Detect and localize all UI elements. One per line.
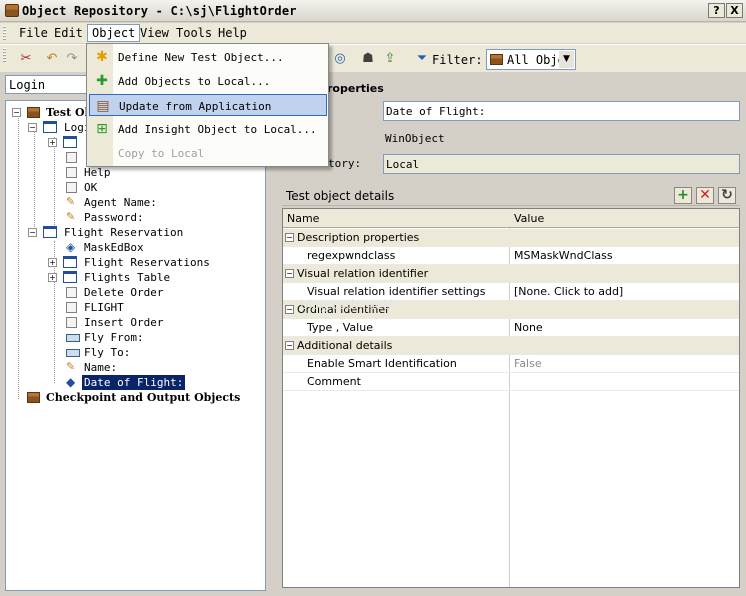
object-properties-heading: roperties (327, 82, 384, 95)
filter-icon: ⏷ (416, 51, 428, 66)
menu-edit[interactable]: Edit (50, 25, 87, 41)
col-name-header: Name (287, 212, 320, 225)
checkbox-icon (66, 317, 77, 328)
grid-row[interactable]: Type , Value None (283, 319, 739, 337)
close-button[interactable]: X (726, 3, 743, 18)
menu-add-insight-object[interactable]: ⊞ Add Insight Object to Local... (89, 118, 327, 140)
window-icon (63, 256, 77, 268)
details-grid[interactable]: Name Value − Description properties rege… (282, 208, 740, 588)
pencil-icon: ✎ (66, 210, 76, 223)
spy-icon[interactable]: ☗ (360, 51, 376, 67)
add-to-repository-icon[interactable]: ⇪ (382, 51, 398, 67)
object-combo-value: Login (9, 78, 46, 92)
combo-icon: ◈ (66, 240, 76, 254)
highlight-icon[interactable]: ◎ (332, 51, 348, 67)
checkbox-icon (66, 182, 77, 193)
grid-header: Name Value (283, 209, 739, 228)
repository-update-icon: ▤ (96, 98, 110, 114)
plus-icon: ✚ (96, 73, 108, 89)
menu-add-objects-to-local[interactable]: ✚ Add Objects to Local... (89, 70, 327, 92)
name-field[interactable]: Date of Flight: (383, 101, 740, 121)
checkbox-icon (66, 302, 77, 313)
test-object-details-title: Test object details (286, 189, 395, 203)
menu-view[interactable]: View (136, 25, 173, 41)
repository-app-icon (5, 4, 19, 17)
window-icon (63, 271, 77, 283)
repository-field: Local (383, 154, 740, 174)
repository-icon (27, 107, 40, 118)
menu-object[interactable]: Object (87, 24, 141, 42)
filter-select[interactable]: All Obje ▼ (486, 49, 576, 70)
test-object-details-header: Test object details + ✕ ↻ (282, 184, 740, 206)
chevron-down-icon[interactable]: ▼ (559, 51, 574, 68)
menu-tools[interactable]: Tools (172, 25, 216, 41)
menu-copy-to-local[interactable]: Copy to Local (89, 142, 327, 164)
repository-icon (27, 392, 40, 403)
help-button[interactable]: ? (708, 3, 725, 18)
grid-row[interactable]: regexpwndclass MSMaskWndClass (283, 247, 739, 265)
window-icon (43, 121, 57, 133)
grid-category[interactable]: − Visual relation identifier (283, 265, 739, 283)
menu-help[interactable]: Help (214, 25, 251, 41)
toolbar-grip (3, 48, 6, 62)
object-menu-dropdown: ✱ Define New Test Object... ✚ Add Object… (86, 43, 329, 167)
insight-plus-icon: ⊞ (96, 121, 108, 137)
cut-icon[interactable]: ✂ (18, 51, 34, 67)
combo-icon: ◆ (66, 375, 76, 389)
repository-icon (490, 54, 503, 65)
title-bar: Object Repository - C:\sj\FlightOrder ? … (0, 0, 746, 22)
refresh-button[interactable]: ↻ (718, 187, 736, 204)
grid-row[interactable]: Comment (283, 373, 739, 391)
menu-file[interactable]: File (15, 25, 52, 41)
menu-define-new-test-object[interactable]: ✱ Define New Test Object... (89, 46, 327, 68)
edit-icon (66, 349, 80, 357)
filter-label: Filter: (432, 53, 483, 67)
object-tree[interactable]: − Test Ob − Logi + Help OK ✎ Agent Name:… (5, 100, 266, 591)
pencil-icon: ✎ (66, 195, 76, 208)
redo-icon[interactable]: ↷ (64, 51, 80, 67)
class-value: WinObject (385, 132, 445, 145)
window-icon (63, 136, 77, 148)
menu-update-from-application[interactable]: ▤ Update from Application (89, 94, 327, 116)
grid-row[interactable]: Enable Smart Identification False (283, 355, 739, 373)
object-combo[interactable]: Login (5, 75, 89, 94)
grid-category[interactable]: − Additional details (283, 337, 739, 355)
remove-property-button[interactable]: ✕ (696, 187, 714, 204)
grid-category[interactable]: − Description properties (283, 229, 739, 247)
asterisk-icon: ✱ (96, 49, 108, 65)
edit-icon (66, 334, 80, 342)
window-icon (43, 226, 57, 238)
checkbox-icon (66, 152, 77, 163)
add-property-button[interactable]: + (674, 187, 692, 204)
menubar-grip (3, 26, 6, 40)
repository-label: tory: (328, 157, 362, 170)
pencil-icon: ✎ (66, 360, 76, 373)
col-value-header: Value (514, 212, 545, 225)
undo-icon[interactable]: ↶ (44, 51, 60, 67)
watermark: blog.csdn.net/ (300, 298, 393, 313)
checkbox-icon (66, 287, 77, 298)
window-title: Object Repository - C:\sj\FlightOrder (22, 4, 297, 18)
menu-bar: File Edit Object View Tools Help (0, 23, 746, 43)
filter-value: All Obje (507, 53, 565, 67)
checkbox-icon (66, 167, 77, 178)
